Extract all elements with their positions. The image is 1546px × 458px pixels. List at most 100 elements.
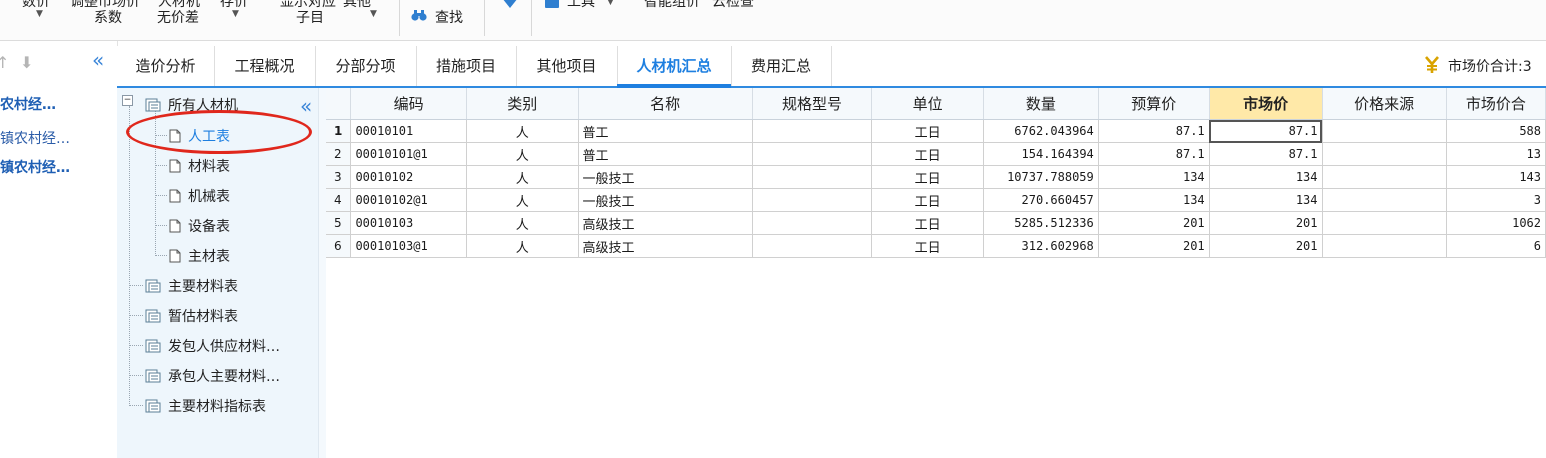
tree-report-major-materials[interactable]: 主要材料表 xyxy=(145,276,238,296)
tab-rcj-summary[interactable]: 人材机汇总 xyxy=(617,46,732,88)
cell-code[interactable]: 00010103@1 xyxy=(350,234,467,258)
cell-unit[interactable]: 工日 xyxy=(871,142,985,166)
cell-code[interactable]: 00010101@1 xyxy=(350,142,467,166)
cell-market-price[interactable]: 134 xyxy=(1209,165,1323,189)
chevron-down-icon[interactable]: ▼ xyxy=(607,0,614,7)
cell-spec[interactable] xyxy=(752,119,873,143)
cell-quantity[interactable]: 154.164394 xyxy=(983,142,1099,166)
cell-quantity[interactable]: 312.602968 xyxy=(983,234,1099,258)
table-row[interactable]: 5 00010103 人 高级技工 工日 5285.512336 201 201… xyxy=(326,211,1546,235)
tree-report-provisional[interactable]: 暂估材料表 xyxy=(145,306,238,326)
cell-quantity[interactable]: 5285.512336 xyxy=(983,211,1099,235)
cell-market-total[interactable]: 6 xyxy=(1446,234,1546,258)
cell-market-price[interactable]: 201 xyxy=(1209,234,1323,258)
chevron-down-icon[interactable]: ▼ xyxy=(232,9,239,19)
ribbon-coefficient-label[interactable]: 系数 xyxy=(94,7,122,27)
cell-market-total[interactable]: 3 xyxy=(1446,188,1546,212)
cell-code[interactable]: 00010102 xyxy=(350,165,467,189)
cell-name[interactable]: 普工 xyxy=(578,142,753,166)
table-row[interactable]: 1 00010101 人 普工 工日 6762.043964 87.1 87.1… xyxy=(326,119,1546,143)
cell-market-price[interactable]: 87.1 xyxy=(1209,142,1323,166)
cell-budget-price[interactable]: 134 xyxy=(1098,165,1210,189)
tree-node-materials[interactable]: 材料表 xyxy=(169,156,230,176)
cell-price-source[interactable] xyxy=(1322,211,1447,235)
cell-market-total[interactable]: 13 xyxy=(1446,142,1546,166)
row-number[interactable]: 2 xyxy=(326,142,352,166)
cell-market-total[interactable]: 143 xyxy=(1446,165,1546,189)
cell-spec[interactable] xyxy=(752,142,873,166)
column-header-type[interactable]: 类别 xyxy=(466,88,579,120)
project-item[interactable]: 镇农村经… xyxy=(0,128,70,148)
tab-sub-items[interactable]: 分部分项 xyxy=(315,46,417,86)
column-header-market-price[interactable]: 市场价 xyxy=(1209,88,1323,120)
cell-budget-price[interactable]: 134 xyxy=(1098,188,1210,212)
tree-report-employer-supplied[interactable]: 发包人供应材料… xyxy=(145,336,280,356)
cell-price-source[interactable] xyxy=(1322,119,1447,143)
ribbon-smart-pricing-button[interactable]: 智能组价 xyxy=(644,0,700,11)
cell-price-source[interactable] xyxy=(1322,188,1447,212)
column-header-spec[interactable]: 规格型号 xyxy=(752,88,873,120)
column-header-unit[interactable]: 单位 xyxy=(871,88,985,120)
row-number[interactable]: 3 xyxy=(326,165,352,189)
cell-spec[interactable] xyxy=(752,211,873,235)
cell-market-price[interactable]: 134 xyxy=(1209,188,1323,212)
cell-type[interactable]: 人 xyxy=(466,165,579,189)
down-arrow-icon[interactable] xyxy=(500,0,520,10)
up-arrow-icon[interactable]: ↑ xyxy=(0,53,9,72)
cell-budget-price[interactable]: 87.1 xyxy=(1098,142,1210,166)
chevron-down-icon[interactable]: ▼ xyxy=(36,9,43,19)
cell-budget-price[interactable]: 87.1 xyxy=(1098,119,1210,143)
collapse-icon[interactable]: « xyxy=(92,48,104,72)
cell-name[interactable]: 普工 xyxy=(578,119,753,143)
tree-node-labor[interactable]: 人工表 xyxy=(169,126,230,146)
table-row[interactable]: 6 00010103@1 人 高级技工 工日 312.602968 201 20… xyxy=(326,234,1546,258)
cell-budget-price[interactable]: 201 xyxy=(1098,234,1210,258)
cell-name[interactable]: 一般技工 xyxy=(578,188,753,212)
tree-node-machinery[interactable]: 机械表 xyxy=(169,186,230,206)
tab-project-overview[interactable]: 工程概况 xyxy=(214,46,316,86)
tab-other-items[interactable]: 其他项目 xyxy=(516,46,618,86)
chevron-down-icon[interactable]: ▼ xyxy=(370,9,377,19)
cell-type[interactable]: 人 xyxy=(466,234,579,258)
cell-unit[interactable]: 工日 xyxy=(871,211,985,235)
cell-quantity[interactable]: 6762.043964 xyxy=(983,119,1099,143)
cell-price-source[interactable] xyxy=(1322,165,1447,189)
tools-button[interactable]: 工具 xyxy=(567,0,595,11)
tab-fee-summary[interactable]: 费用汇总 xyxy=(731,46,832,86)
tree-collapse-toggle[interactable]: − xyxy=(122,95,133,106)
cell-unit[interactable]: 工日 xyxy=(871,188,985,212)
cell-quantity[interactable]: 270.660457 xyxy=(983,188,1099,212)
find-button[interactable]: 查找 xyxy=(435,7,463,27)
table-row[interactable]: 4 00010102@1 人 一般技工 工日 270.660457 134 13… xyxy=(326,188,1546,212)
cell-name[interactable]: 一般技工 xyxy=(578,165,753,189)
cell-market-price[interactable]: 201 xyxy=(1209,211,1323,235)
column-header-name[interactable]: 名称 xyxy=(578,88,753,120)
tab-cost-analysis[interactable]: 造价分析 xyxy=(117,46,215,86)
cell-unit[interactable]: 工日 xyxy=(871,119,985,143)
table-row[interactable]: 2 00010101@1 人 普工 工日 154.164394 87.1 87.… xyxy=(326,142,1546,166)
cell-quantity[interactable]: 10737.788059 xyxy=(983,165,1099,189)
ribbon-cloud-check-button[interactable]: 云检查 xyxy=(712,0,754,11)
cell-spec[interactable] xyxy=(752,165,873,189)
cell-code[interactable]: 00010103 xyxy=(350,211,467,235)
tree-node-equipment[interactable]: 设备表 xyxy=(169,216,230,236)
tree-node-all-rcj[interactable]: 所有人材机 xyxy=(145,95,238,115)
cell-name[interactable]: 高级技工 xyxy=(578,234,753,258)
column-header-budget-price[interactable]: 预算价 xyxy=(1098,88,1210,120)
cell-name[interactable]: 高级技工 xyxy=(578,211,753,235)
tree-report-contractor-materials[interactable]: 承包人主要材料… xyxy=(145,366,280,386)
project-item[interactable]: 农村经… xyxy=(0,94,56,114)
tree-node-main-materials[interactable]: 主材表 xyxy=(169,246,230,266)
table-row[interactable]: 3 00010102 人 一般技工 工日 10737.788059 134 13… xyxy=(326,165,1546,189)
collapse-icon[interactable]: « xyxy=(300,96,312,116)
row-number[interactable]: 6 xyxy=(326,234,352,258)
cell-price-source[interactable] xyxy=(1322,142,1447,166)
cell-code[interactable]: 00010102@1 xyxy=(350,188,467,212)
ribbon-no-diff-label[interactable]: 无价差 xyxy=(157,7,199,27)
cell-market-price[interactable]: 87.1 xyxy=(1209,119,1323,143)
cell-type[interactable]: 人 xyxy=(466,142,579,166)
cell-price-source[interactable] xyxy=(1322,234,1447,258)
cell-type[interactable]: 人 xyxy=(466,119,579,143)
down-move-icon[interactable]: ⬇ xyxy=(20,53,33,72)
row-number[interactable]: 1 xyxy=(326,119,352,143)
